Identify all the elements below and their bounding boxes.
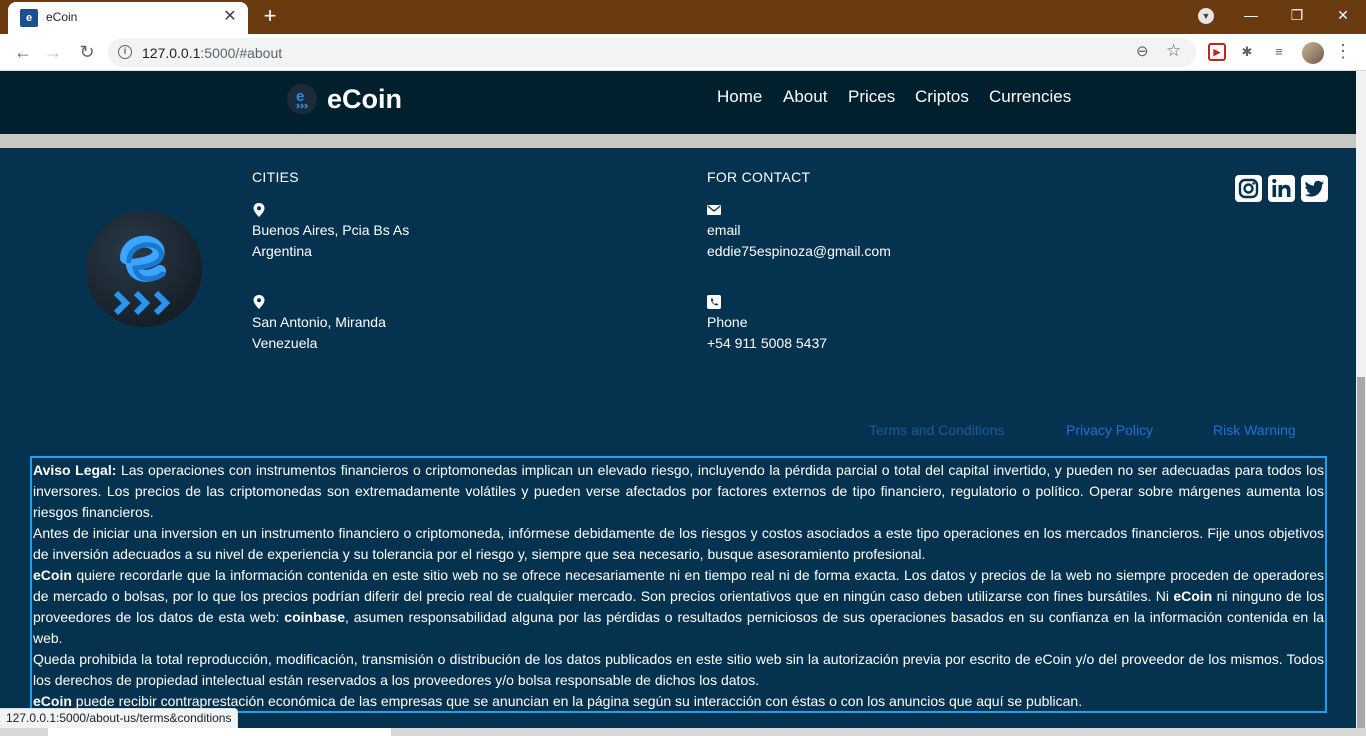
forward-icon[interactable]: → <box>40 39 66 65</box>
restore-icon[interactable]: ❐ <box>1274 0 1320 32</box>
close-window-icon[interactable]: ✕ <box>1320 0 1366 32</box>
browser-tab[interactable]: e eCoin ✕ <box>8 2 248 34</box>
tab-search-icon[interactable]: ▼ <box>1198 8 1214 24</box>
provider-bold: coinbase <box>284 609 345 625</box>
section-divider <box>0 134 1356 148</box>
close-tab-icon[interactable]: ✕ <box>220 7 240 27</box>
brand-bold: eCoin <box>1173 588 1213 604</box>
phone-icon <box>707 295 721 309</box>
media-control-icon[interactable]: ≡ <box>1270 43 1288 61</box>
city2-line2: Venezuela <box>252 335 318 351</box>
legal-disclaimer: Aviso Legal: Las operaciones con instrum… <box>30 456 1327 713</box>
minimize-icon[interactable]: — <box>1228 0 1274 32</box>
tab-title: eCoin <box>46 10 78 24</box>
map-marker-icon <box>253 295 265 309</box>
city-buenos-aires: Buenos Aires, Pcia Bs As Argentina <box>252 220 409 262</box>
url-text: 127.0.0.1:5000/#about <box>142 45 283 61</box>
linkedin-icon[interactable] <box>1268 175 1295 202</box>
nav-criptos[interactable]: Criptos <box>915 87 969 107</box>
disclaimer-paragraph-3: eCoin quiere recordarle que la informaci… <box>33 565 1324 649</box>
browser-menu-icon[interactable]: ⋮ <box>1334 40 1352 64</box>
map-marker-icon <box>253 203 265 217</box>
reload-icon[interactable]: ↻ <box>74 39 100 65</box>
profile-avatar[interactable] <box>1302 42 1324 64</box>
extension-red-icon[interactable]: ▶ <box>1208 43 1226 61</box>
browser-tab-strip: e eCoin ✕ + ▼ — ❐ ✕ <box>0 0 1366 34</box>
contact-email: email eddie75espinoza@gmail.com <box>707 220 891 262</box>
twitter-icon[interactable] <box>1301 175 1328 202</box>
city2-line1: San Antonio, Miranda <box>252 314 386 330</box>
taskbar-search <box>48 728 391 736</box>
city1-line2: Argentina <box>252 243 312 259</box>
contact-heading: FOR CONTACT <box>707 169 811 185</box>
new-tab-icon[interactable]: + <box>258 4 282 28</box>
site-header: e eCoin Home About Prices Criptos Curren… <box>0 71 1356 134</box>
zoom-icon[interactable]: ⊖ <box>1136 42 1149 60</box>
disclaimer-paragraph-2: Antes de iniciar una inversion en un ins… <box>33 525 1324 562</box>
address-bar[interactable]: i 127.0.0.1:5000/#about ⊖ ☆ <box>108 38 1196 67</box>
terms-link[interactable]: Terms and Conditions <box>869 422 1004 438</box>
privacy-link[interactable]: Privacy Policy <box>1066 422 1153 438</box>
bookmark-star-icon[interactable]: ☆ <box>1166 41 1181 61</box>
disclaimer-text: puede recibir contraprestación económica… <box>71 693 1083 709</box>
contact-phone: Phone +54 911 5008 5437 <box>707 312 827 354</box>
brand-bold: eCoin <box>33 567 72 583</box>
browser-toolbar: ← → ↻ i 127.0.0.1:5000/#about ⊖ ☆ ▶ ✱ ≡ … <box>0 34 1366 71</box>
scrollbar-thumb[interactable] <box>1357 377 1365 736</box>
nav-home[interactable]: Home <box>717 87 762 107</box>
nav-prices[interactable]: Prices <box>848 87 895 107</box>
disclaimer-text: quiere recordarle que la información con… <box>33 567 1324 604</box>
disclaimer-text: Las operaciones con instrumentos financi… <box>33 462 1324 520</box>
phone-value[interactable]: +54 911 5008 5437 <box>707 333 827 354</box>
cities-heading: CITIES <box>252 169 299 185</box>
page-scrollbar[interactable] <box>1356 71 1366 736</box>
ecoin-large-logo <box>86 211 202 327</box>
nav-about[interactable]: About <box>783 87 827 107</box>
risk-warning-link[interactable]: Risk Warning <box>1213 422 1296 438</box>
envelope-icon <box>707 205 721 215</box>
site-info-icon[interactable]: i <box>118 45 132 59</box>
disclaimer-title: Aviso Legal: <box>33 462 117 478</box>
nav-currencies[interactable]: Currencies <box>989 87 1071 107</box>
email-value[interactable]: eddie75espinoza@gmail.com <box>707 241 891 262</box>
phone-label: Phone <box>707 314 748 330</box>
brand-name[interactable]: eCoin <box>327 84 402 115</box>
disclaimer-paragraph-4: Queda prohibida la total reproducción, m… <box>33 651 1324 688</box>
instagram-icon[interactable] <box>1235 175 1262 202</box>
disclaimer-paragraph-1: Aviso Legal: Las operaciones con instrum… <box>33 460 1324 523</box>
svg-text:e: e <box>296 88 304 105</box>
city-san-antonio: San Antonio, Miranda Venezuela <box>252 312 386 354</box>
link-status-bubble: 127.0.0.1:5000/about-us/terms&conditions <box>0 708 239 728</box>
back-icon[interactable]: ← <box>10 39 36 65</box>
brand-bold: eCoin <box>33 693 72 709</box>
ecoin-logo-icon[interactable]: e <box>287 84 317 114</box>
email-label: email <box>707 222 741 238</box>
city1-line1: Buenos Aires, Pcia Bs As <box>252 222 410 238</box>
extensions-puzzle-icon[interactable]: ✱ <box>1238 43 1256 61</box>
ecoin-favicon-icon: e <box>20 9 38 27</box>
